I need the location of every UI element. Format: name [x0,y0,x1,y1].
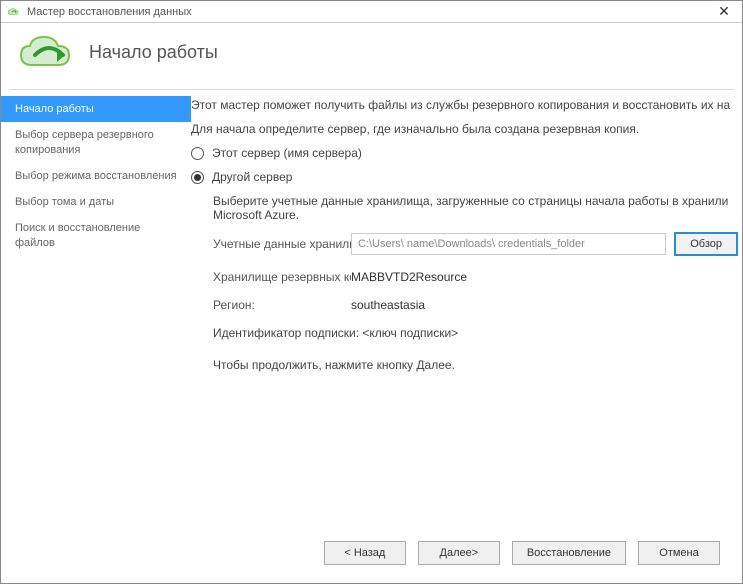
header: Начало работы [1,23,742,89]
sidebar-step-search-restore-files[interactable]: Поиск и восстановление файлов [1,215,191,256]
region-row: Регион: southeastasia [213,298,738,312]
body: Начало работы Выбор сервера резервного к… [1,90,742,583]
radio-this-server-label: Этот сервер (имя сервера) [212,146,362,160]
titlebar: Мастер восстановления данных ✕ [1,1,742,23]
page-title: Начало работы [89,42,218,63]
browse-button[interactable]: Обзор [674,232,738,256]
subscription-id: Идентификатор подписки: <ключ подписки> [213,326,738,340]
other-server-block: Выберите учетные данные хранилища, загру… [213,194,738,372]
creds-row: Учетные данные хранилища: Обзор [213,232,738,256]
cloud-restore-icon [17,31,77,73]
radio-this-server[interactable] [191,147,204,160]
close-icon[interactable]: ✕ [712,3,736,20]
cloud-app-icon [7,7,21,17]
radio-other-server-row[interactable]: Другой сервер [191,170,738,184]
sidebar-step-select-volume-date[interactable]: Выбор тома и даты [1,189,191,215]
back-button[interactable]: < Назад [324,541,406,565]
creds-path-input[interactable] [351,233,666,255]
vault-value: MABBVTD2Resource [351,270,467,284]
next-button[interactable]: Далее> [418,541,500,565]
cancel-button[interactable]: Отмена [638,541,720,565]
creds-hint: Выберите учетные данные хранилища, загру… [213,194,738,222]
sidebar-step-select-backup-server[interactable]: Выбор сервера резервного копирования [1,122,191,163]
vault-row: Хранилище резервных копий: MABBVTD2Resou… [213,270,738,284]
radio-other-server-label: Другой сервер [212,170,292,184]
recover-button[interactable]: Восстановление [512,541,626,565]
intro-text: Этот мастер поможет получить файлы из сл… [191,98,738,112]
radio-other-server[interactable] [191,171,204,184]
define-server-text: Для начала определите сервер, где изнача… [191,122,738,136]
continue-hint: Чтобы продолжить, нажмите кнопку Далее. [213,358,738,372]
wizard-window: Мастер восстановления данных ✕ Начало ра… [0,0,743,584]
content-area: Этот мастер поможет получить файлы из сл… [191,90,742,583]
sidebar-step-start[interactable]: Начало работы [1,96,191,122]
window-title: Мастер восстановления данных [27,6,192,18]
wizard-footer: < Назад Далее> Восстановление Отмена [324,541,720,565]
vault-label: Хранилище резервных копий: [213,270,351,284]
region-value: southeastasia [351,298,425,312]
radio-this-server-row[interactable]: Этот сервер (имя сервера) [191,146,738,160]
sidebar-step-select-recovery-mode[interactable]: Выбор режима восстановления [1,163,191,189]
wizard-sidebar: Начало работы Выбор сервера резервного к… [1,90,191,583]
region-label: Регион: [213,298,351,312]
creds-label: Учетные данные хранилища: [213,237,351,251]
